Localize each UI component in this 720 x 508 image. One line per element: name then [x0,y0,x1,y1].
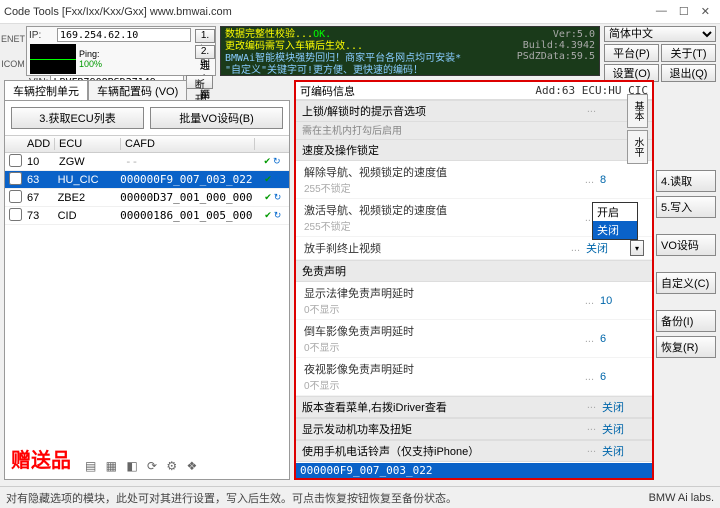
language-select[interactable]: 简体中文 [604,26,716,42]
top-right-buttons: 简体中文 平台(P) 关于(T) 设置(O) 退出(Q) [604,26,716,76]
param-row[interactable]: 夜视影像免责声明延时0不显示...6 [296,358,652,396]
value-dropdown[interactable]: 开启 关闭 [592,202,638,240]
close-icon[interactable]: ✕ [701,5,710,18]
connect-button[interactable]: 2.连接车辆 [195,45,215,59]
read-ecu-list-button[interactable]: 3.获取ECU列表 [11,107,144,129]
refresh-icon: ↻ [274,210,282,221]
param-value: 关闭 [586,240,630,256]
connection-panel: IP: Ping: 100% 1.识别车辆 2.连接车辆 VIN: 断开(I) [26,26,216,76]
footer-cafd-path: 000000F9_007_003_022 [296,463,652,478]
vo-code-button[interactable]: VO设码 [656,234,716,256]
table-row[interactable]: 73CID 00000186_001_005_000 ✔↻ [5,207,289,225]
brand-label: BMW Ai labs. [649,492,714,504]
custom-button[interactable]: 自定义(C) [656,272,716,294]
side-action-buttons: 4.读取 5.写入 VO设码 自定义(C) 备份(I) 恢复(R) [656,80,716,480]
window-title: Code Tools [Fxx/Ixx/Kxx/Gxx] www.bmwai.c… [4,6,656,18]
chevron-down-icon[interactable]: ▾ [630,240,644,256]
col-add: ADD [23,138,55,150]
write-button[interactable]: 5.写入 [656,196,716,218]
param-name: 使用手机电话铃声（仅支持iPhone） [302,443,581,459]
group-header[interactable]: 免责声明 [296,260,652,282]
param-name: 版本查看菜单,右拨iDriver查看 [302,399,581,415]
minimize-icon[interactable]: — [656,5,667,18]
restore-button[interactable]: 恢复(R) [656,336,716,358]
bottom-toolbar-icons[interactable]: ▤ ▦ ◧ ⟳ ⚙ ❖ [85,459,200,473]
dropdown-opt-open[interactable]: 开启 [593,203,637,221]
refresh-icon: ↻ [274,174,282,185]
table-row[interactable]: 67ZBE2 00000D37_001_000_000 ✔↻ [5,189,289,207]
col-ecu: ECU [55,138,121,150]
tab-ecu-units[interactable]: 车辆控制单元 [4,80,88,100]
titlebar: Code Tools [Fxx/Ixx/Kxx/Gxx] www.bmwai.c… [0,0,720,24]
param-value: 6 [600,371,644,383]
status-message: 对有隐藏选项的模块，此处可对其进行设置，写入后生效。可点击恢复按钮恢复至备份状态… [6,490,649,506]
about-button[interactable]: 关于(T) [661,44,716,62]
statusbar: 对有隐藏选项的模块，此处可对其进行设置，写入后生效。可点击恢复按钮恢复至备份状态… [0,486,720,508]
dropdown-opt-close[interactable]: 关闭 [593,221,637,239]
param-row[interactable]: 倒车影像免责声明延时0不显示...6 [296,320,652,358]
platform-button[interactable]: 平台(P) [604,44,659,62]
check-icon: ✔ [264,210,272,221]
batch-vo-button[interactable]: 批量VO设码(B) [150,107,283,129]
console: 数据完整性校验...OK. 更改编码需写入车辆后生效... BMWAi智能模块强… [220,26,600,76]
row-checkbox[interactable] [9,172,22,185]
group-header[interactable]: 上锁/解锁时的提示音选项... [296,100,652,122]
param-row[interactable]: 显示法律免责声明延时0不显示...10 [296,282,652,320]
ping-label: Ping: [79,49,102,59]
param-value: 8 [600,174,644,186]
side-labels: ENETICOM [4,26,22,76]
tab-vo[interactable]: 车辆配置码 (VO) [88,80,187,100]
refresh-icon: ↻ [274,192,282,203]
param-value: 10 [600,295,644,307]
check-icon: ✔ [264,174,272,185]
param-row[interactable]: 解除导航、视频锁定的速度值255不锁定...8 [296,161,652,199]
gift-label: 赠送品 [11,444,71,473]
table-row[interactable]: 63HU_CIC 000000F9_007_003_022 ✔↻ [5,171,289,189]
group-header[interactable]: 速度及操作锁定 [296,139,652,161]
identify-button[interactable]: 1.识别车辆 [195,29,215,43]
ping-value: 100% [79,59,102,69]
ping-graph [30,44,76,74]
coding-title: 可编码信息 [300,83,535,99]
side-tab-basic[interactable]: 基本 [627,94,648,128]
table-row[interactable]: 10ZGW -- ✔↻ [5,153,289,171]
read-button[interactable]: 4.读取 [656,170,716,192]
backup-button[interactable]: 备份(I) [656,310,716,332]
param-value: 关闭 [602,421,646,437]
param-row[interactable]: 放手刹终止视频...关闭▾ [296,237,652,260]
param-value: 6 [600,333,644,345]
coding-list[interactable]: 上锁/解锁时的提示音选项...需在主机内打勾后启用速度及操作锁定解除导航、视频锁… [296,100,652,463]
param-value: 关闭 [602,443,646,459]
row-checkbox[interactable] [9,154,22,167]
col-cafd: CAFD [121,138,255,150]
ip-input[interactable] [57,28,191,42]
ecu-panel: 3.获取ECU列表 批量VO设码(B) ADD ECU CAFD 10ZGW -… [4,100,290,480]
param-value: 关闭 [602,399,646,415]
check-icon: ✔ [264,192,272,203]
coding-panel: 可编码信息 Add:63 ECU:HU CIC 上锁/解锁时的提示音选项...需… [294,80,654,480]
row-checkbox[interactable] [9,190,22,203]
check-icon: ✔ [263,156,271,167]
side-tab-level[interactable]: 水平 [627,130,648,164]
param-name: 显示发动机功率及扭矩 [302,421,581,437]
row-checkbox[interactable] [9,208,22,221]
ecu-table: ADD ECU CAFD 10ZGW -- ✔↻ 63HU_CIC 000000… [5,135,289,479]
maximize-icon[interactable]: ☐ [679,5,689,18]
refresh-icon: ↻ [273,156,281,167]
ip-label: IP: [29,30,55,41]
